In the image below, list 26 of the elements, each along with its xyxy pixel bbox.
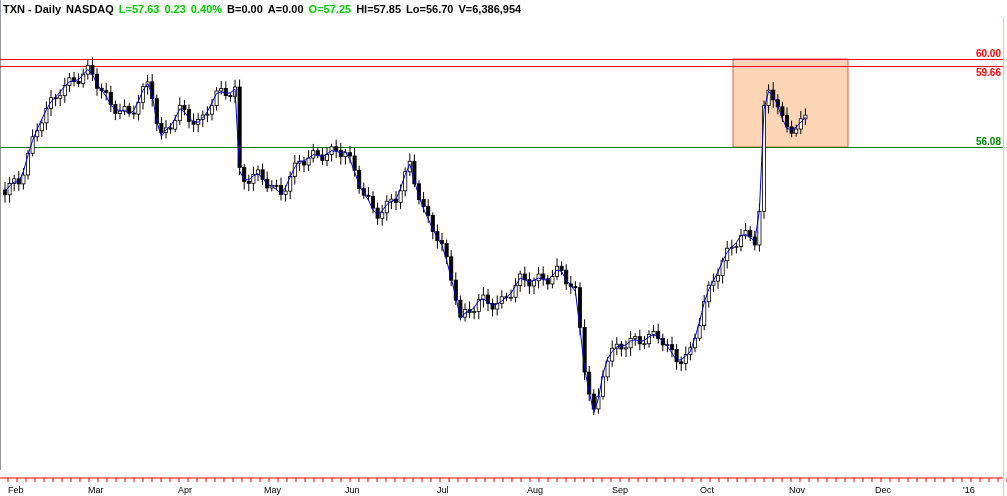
month-label: May bbox=[264, 485, 281, 495]
quote-field: B=0.00 bbox=[227, 0, 263, 18]
month-label: Mar bbox=[88, 485, 104, 495]
quote-field: O=57.25 bbox=[308, 0, 352, 18]
quote-field: A=0.00 bbox=[267, 0, 304, 18]
level-label: 59.66 bbox=[975, 67, 1001, 78]
quote-field: 0.40% bbox=[190, 0, 223, 18]
month-label: Jun bbox=[345, 485, 360, 495]
quote-field: TXN - Daily bbox=[3, 0, 62, 18]
quote-field: NASDAQ bbox=[66, 0, 114, 18]
month-label: Jul bbox=[437, 485, 449, 495]
month-label: Oct bbox=[700, 485, 714, 495]
level-label: 60.00 bbox=[975, 48, 1001, 59]
quote-field: L=57.63 bbox=[118, 0, 160, 18]
month-label: Feb bbox=[8, 485, 24, 495]
month-label: '16 bbox=[963, 485, 975, 495]
quote-field: 0.23 bbox=[164, 0, 186, 18]
month-label: Sep bbox=[612, 485, 628, 495]
month-label: Apr bbox=[178, 485, 192, 495]
month-label: Nov bbox=[789, 485, 805, 495]
quote-field: HI=57.85 bbox=[356, 0, 402, 18]
quote-field: V=6,386,954 bbox=[458, 0, 522, 18]
month-label: Dec bbox=[875, 485, 891, 495]
level-label: 56.08 bbox=[975, 136, 1001, 147]
month-label: Aug bbox=[527, 485, 543, 495]
quote-field: Lo=56.70 bbox=[406, 0, 454, 18]
